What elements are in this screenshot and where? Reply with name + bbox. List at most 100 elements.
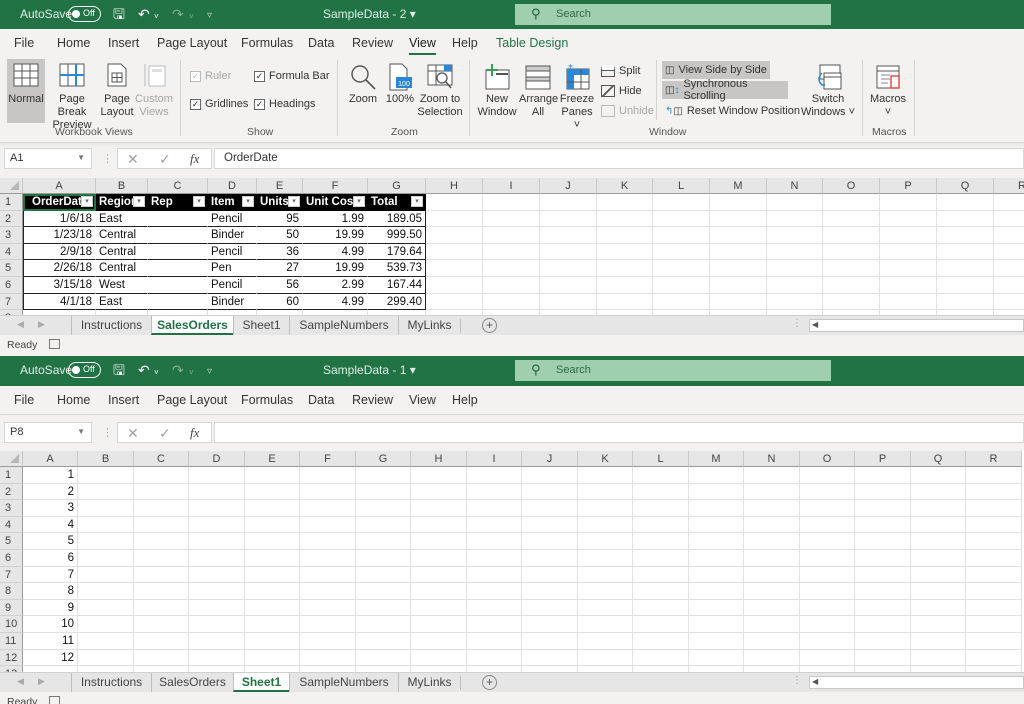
cell[interactable] — [522, 583, 578, 600]
cell[interactable] — [689, 599, 744, 617]
column-header-k[interactable]: K — [578, 451, 633, 467]
tab-split-handle[interactable]: ⋮ — [792, 675, 802, 686]
table-cell[interactable]: 167.44 — [368, 277, 426, 294]
column-header-e[interactable]: E — [257, 178, 303, 194]
enter-icon[interactable]: ✓ — [159, 425, 171, 442]
cell[interactable] — [578, 566, 633, 584]
cell[interactable] — [189, 649, 245, 667]
sheet-tab-samplenumbers[interactable]: SampleNumbers — [289, 316, 398, 335]
select-all-corner[interactable] — [0, 451, 23, 467]
table-cell[interactable]: 4/1/18 — [23, 293, 96, 311]
document-title[interactable]: SampleData - 2 ▾ — [323, 7, 416, 21]
cell[interactable] — [597, 227, 653, 244]
cell[interactable] — [689, 649, 744, 667]
cell[interactable] — [823, 243, 880, 261]
table-cell[interactable]: 2/26/18 — [23, 260, 96, 277]
tab-file[interactable]: File — [14, 393, 34, 407]
cell[interactable] — [800, 550, 855, 567]
name-box[interactable]: P8 ▼ — [4, 422, 92, 443]
cell[interactable] — [911, 500, 966, 517]
cell-a-value[interactable]: 4 — [23, 516, 78, 534]
column-header-i[interactable]: I — [467, 451, 522, 467]
table-cell[interactable]: 19.99 — [303, 260, 368, 277]
cell[interactable] — [134, 566, 189, 584]
cell[interactable] — [880, 293, 937, 311]
table-header-cell[interactable]: Region ▾ — [96, 194, 148, 211]
cell[interactable] — [744, 550, 800, 567]
cell[interactable] — [937, 293, 994, 311]
cell[interactable] — [426, 277, 483, 294]
cell[interactable] — [134, 649, 189, 667]
column-header-p[interactable]: P — [855, 451, 911, 467]
row-header[interactable]: 3 — [0, 227, 23, 244]
cell[interactable] — [245, 500, 300, 517]
cell[interactable] — [653, 194, 710, 211]
cell[interactable] — [540, 260, 597, 277]
sheet-tab-sheet1[interactable]: Sheet1 — [233, 673, 289, 692]
row-header[interactable]: 5 — [0, 260, 23, 277]
cell[interactable] — [356, 500, 411, 517]
autosave-toggle[interactable]: Off — [68, 362, 101, 378]
scroll-tabs-right-icon[interactable]: ▶ — [38, 676, 45, 687]
cell[interactable] — [189, 633, 245, 650]
cell[interactable] — [245, 599, 300, 617]
cell[interactable] — [994, 260, 1024, 277]
cell[interactable] — [78, 633, 134, 650]
cell[interactable] — [966, 633, 1022, 650]
cell[interactable] — [483, 227, 540, 244]
save-icon[interactable]: 🖫 — [113, 362, 125, 378]
cell[interactable] — [134, 599, 189, 617]
tab-home[interactable]: Home — [57, 393, 90, 407]
filter-dropdown-icon[interactable]: ▾ — [353, 196, 365, 207]
cell[interactable] — [744, 599, 800, 617]
column-header-q[interactable]: Q — [911, 451, 966, 467]
cell[interactable] — [189, 467, 245, 484]
cell[interactable] — [356, 550, 411, 567]
cell[interactable] — [855, 516, 911, 534]
column-header-o[interactable]: O — [823, 178, 880, 194]
cell[interactable] — [411, 533, 467, 550]
tab-formulas[interactable]: Formulas — [241, 36, 293, 50]
column-header-l[interactable]: L — [633, 451, 689, 467]
cell[interactable] — [744, 500, 800, 517]
cell[interactable] — [653, 277, 710, 294]
cell[interactable] — [134, 467, 189, 484]
macro-recording-icon[interactable] — [49, 339, 60, 349]
column-header-c[interactable]: C — [134, 451, 189, 467]
column-header-g[interactable]: G — [356, 451, 411, 467]
cell[interactable] — [855, 599, 911, 617]
cell[interactable] — [823, 210, 880, 228]
save-icon[interactable]: 🖫 — [113, 6, 125, 22]
cell[interactable] — [78, 583, 134, 600]
search-box[interactable]: ⚲ Search — [515, 4, 831, 25]
cell[interactable] — [411, 500, 467, 517]
cell[interactable] — [134, 633, 189, 650]
cell[interactable] — [578, 583, 633, 600]
cell[interactable] — [467, 633, 522, 650]
table-header-cell[interactable]: Item ▾ — [208, 194, 257, 211]
table-cell[interactable]: 27 — [257, 260, 303, 277]
table-cell[interactable]: 4.99 — [303, 293, 368, 311]
cell[interactable] — [823, 260, 880, 277]
scroll-left-icon[interactable]: ◀ — [812, 677, 818, 686]
search-box[interactable]: ⚲ Search — [515, 360, 831, 381]
cell[interactable] — [823, 277, 880, 294]
cell[interactable] — [245, 649, 300, 667]
cell[interactable] — [411, 483, 467, 501]
cell[interactable] — [540, 210, 597, 228]
column-header-q[interactable]: Q — [937, 178, 994, 194]
autosave-toggle[interactable]: Off — [68, 6, 101, 22]
cell[interactable] — [245, 633, 300, 650]
filter-dropdown-icon[interactable]: ▾ — [411, 196, 423, 207]
undo-dropdown-icon[interactable]: ˅ — [154, 365, 159, 381]
cell[interactable] — [855, 566, 911, 584]
cell[interactable] — [597, 260, 653, 277]
freeze-panes-button[interactable]: * Freeze Panes ˅ — [558, 59, 596, 131]
cell[interactable] — [597, 210, 653, 228]
filter-dropdown-icon[interactable]: ▾ — [193, 196, 205, 207]
column-header-n[interactable]: N — [767, 178, 823, 194]
cell[interactable] — [300, 550, 356, 567]
cell[interactable] — [966, 533, 1022, 550]
cancel-icon[interactable]: ✕ — [127, 151, 139, 168]
row-header[interactable]: 10 — [0, 616, 23, 633]
